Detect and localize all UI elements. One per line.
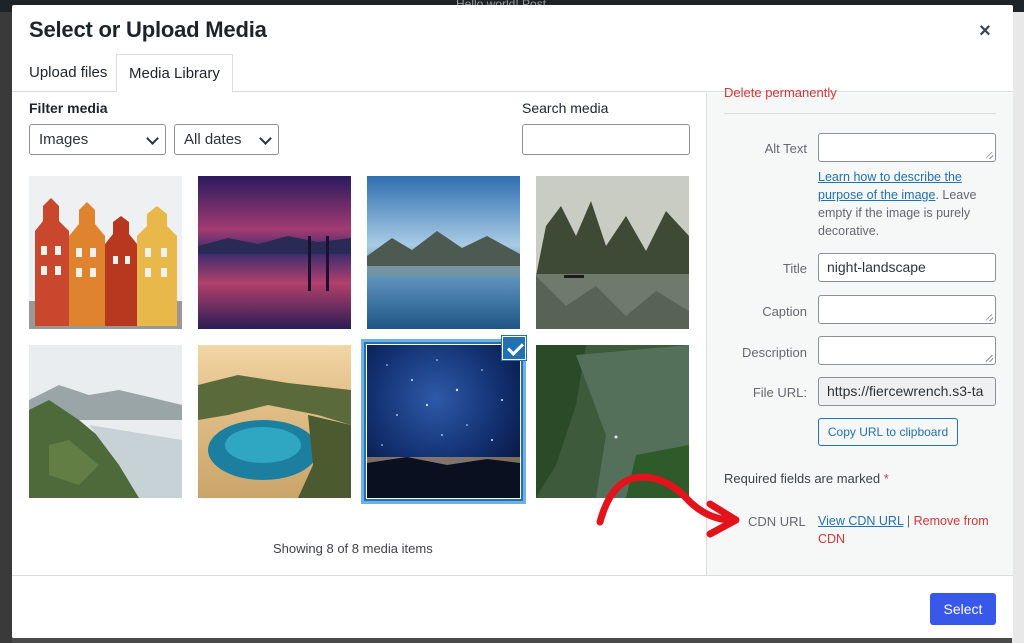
title-label: Title — [782, 261, 807, 276]
file-url-label: File URL: — [752, 385, 807, 400]
resize-handle-icon[interactable] — [986, 314, 993, 321]
media-modal: Select or Upload Media × Upload files Me… — [12, 5, 1013, 638]
media-thumb-boat-karst[interactable] — [536, 176, 689, 329]
tab-media-library[interactable]: Media Library — [116, 54, 233, 93]
modal-tabs: Upload files Media Library — [12, 54, 1013, 93]
chevron-down-icon — [146, 132, 159, 145]
media-type-value: Images — [39, 131, 89, 148]
alt-text-help: Learn how to describe the purpose of the… — [818, 168, 998, 240]
close-icon[interactable]: × — [975, 21, 995, 41]
chevron-down-icon — [259, 132, 272, 145]
view-cdn-url-link[interactable]: View CDN URL — [818, 514, 903, 528]
caption-field[interactable] — [818, 295, 996, 324]
media-thumb-mountain-lake[interactable] — [367, 176, 520, 329]
media-thumb-lagoon[interactable] — [198, 345, 351, 498]
cdn-url-label: CDN URL — [748, 514, 806, 529]
annotation-arrow-icon — [596, 473, 740, 538]
media-type-select[interactable]: Images — [29, 124, 166, 155]
attachment-details-sidebar: Delete permanently Alt Text Learn how to… — [706, 85, 1013, 575]
select-button[interactable]: Select — [930, 593, 996, 625]
selected-check-icon[interactable] — [502, 336, 526, 360]
alt-text-field[interactable] — [818, 133, 996, 162]
filter-media-label: Filter media — [29, 100, 108, 116]
description-field[interactable] — [818, 336, 996, 365]
showing-count: Showing 8 of 8 media items — [273, 541, 433, 556]
search-media-label: Search media — [522, 100, 609, 116]
alt-text-label: Alt Text — [764, 141, 807, 156]
media-thumb-night-landscape[interactable] — [361, 339, 526, 504]
date-select[interactable]: All dates — [174, 124, 279, 155]
caption-label: Caption — [762, 304, 807, 319]
date-value: All dates — [184, 131, 242, 148]
divider — [724, 113, 996, 114]
tab-upload-files[interactable]: Upload files — [17, 54, 119, 92]
modal-footer: Select — [12, 575, 1013, 638]
media-thumb-houses[interactable] — [29, 176, 182, 329]
resize-handle-icon[interactable] — [986, 355, 993, 362]
title-field[interactable]: night-landscape — [818, 253, 996, 282]
modal-title: Select or Upload Media — [29, 17, 267, 42]
media-thumb-coast-cliffs[interactable] — [29, 345, 182, 498]
description-label: Description — [741, 345, 807, 360]
delete-permanently-link[interactable]: Delete permanently — [724, 85, 837, 100]
backdrop-left — [0, 12, 12, 643]
file-url-field[interactable]: https://fiercewrench.s3-ta — [818, 377, 996, 406]
cdn-links: View CDN URL | Remove from CDN — [818, 512, 1003, 548]
backdrop-right — [1012, 12, 1024, 643]
copy-url-button[interactable]: Copy URL to clipboard — [818, 418, 958, 446]
search-input[interactable] — [522, 124, 690, 155]
resize-handle-icon[interactable] — [986, 152, 993, 159]
required-star: * — [883, 471, 889, 486]
cdn-separator: | — [903, 514, 914, 528]
media-thumb-sunset-lake[interactable] — [198, 176, 351, 329]
